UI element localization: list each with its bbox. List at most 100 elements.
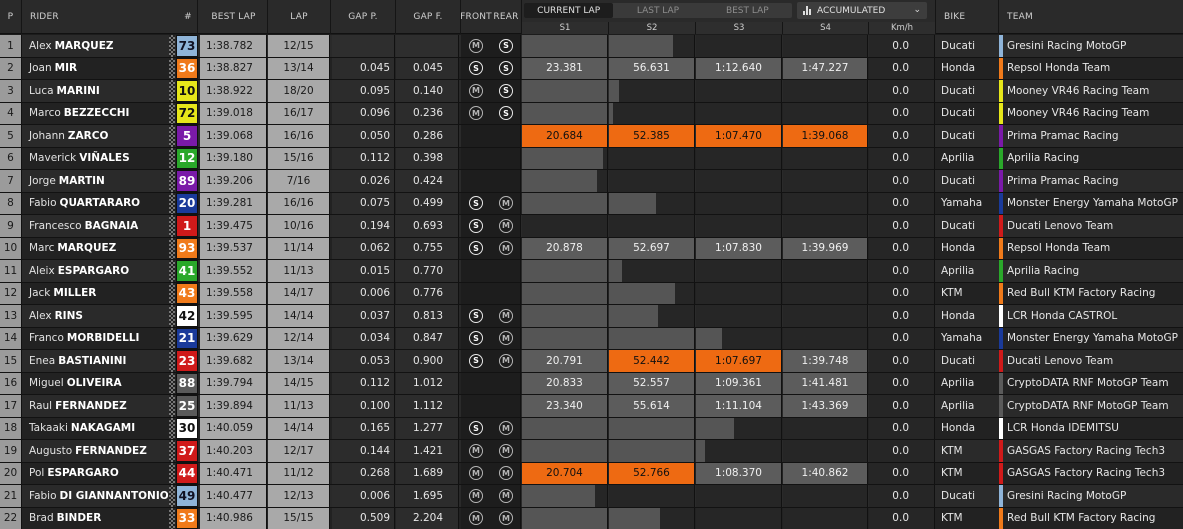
rider-name[interactable]: Johann ZARCO	[23, 125, 168, 147]
table-row[interactable]: 15 Enea BASTIANINI 23 1:39.682 13/14 0.053 0.90…	[0, 350, 1183, 373]
rider-name[interactable]: Aleix ESPARGARO	[23, 260, 168, 282]
rider-name[interactable]: Jack MILLER	[23, 283, 168, 305]
gap-first: 1.421	[396, 440, 459, 462]
rider-name[interactable]: Luca MARINI	[23, 80, 168, 102]
sector-3-time: 1:07.470	[696, 125, 782, 147]
sector-progress-fill	[522, 282, 607, 304]
table-row[interactable]: 18 Takaaki NAKAGAMI 30 1:40.059 14/14 0.165 1.2…	[0, 417, 1183, 440]
sector-2-progress	[609, 305, 695, 327]
rider-last-name: MARINI	[56, 84, 100, 97]
rider-name[interactable]: Augusto FERNANDEZ	[23, 440, 168, 462]
rider-name[interactable]: Maverick VIÑALES	[23, 148, 168, 170]
table-row[interactable]: 19 Augusto FERNANDEZ 37 1:40.203 12/17 0.144 1.…	[0, 440, 1183, 463]
soft-tyre-icon: S	[469, 241, 483, 256]
rider-name[interactable]: Fabio DI GIANNANTONIO	[23, 485, 168, 507]
rider-name[interactable]: Pol ESPARGARO	[23, 463, 168, 485]
table-row[interactable]: 20 Pol ESPARGARO 44 1:40.471 11/12 0.268 1.689 M…	[0, 462, 1183, 485]
speed-kmh: 0.0	[869, 192, 935, 214]
medium-tyre-icon: M	[499, 331, 513, 346]
rider-name[interactable]: Takaaki NAKAGAMI	[23, 418, 168, 440]
rider-number: 12	[176, 147, 198, 169]
flag-marker	[169, 260, 175, 282]
rider-name[interactable]: Brad BINDER	[23, 508, 168, 529]
team-label: Mooney VR46 Racing Team	[1007, 84, 1150, 97]
front-tyre-cell: S	[461, 418, 491, 440]
gap-first: 0.236	[396, 102, 459, 124]
rider-name[interactable]: Fabio QUARTARARO	[23, 193, 168, 215]
rider-number: 10	[176, 80, 198, 102]
bike-brand: KTM	[941, 512, 963, 525]
table-row[interactable]: 10 Marc MARQUEZ 93 1:39.537 11/14 0.062 0.755 S M…	[0, 237, 1183, 260]
bike-brand: Ducati	[941, 39, 975, 52]
flag-marker	[169, 125, 175, 147]
team-name: Aprilia Racing	[999, 147, 1183, 169]
sector-2-progress	[609, 485, 695, 507]
table-row[interactable]: 3 Luca MARINI 10 1:38.922 18/20 0.095 0.140 M S 0.…	[0, 80, 1183, 103]
table-row[interactable]: 2 Joan MIR 36 1:38.827 13/14 0.045 0.045 S S 23.38…	[0, 57, 1183, 80]
tab-current-lap[interactable]: CURRENT LAP	[524, 3, 614, 18]
front-tyre-cell: M	[461, 80, 491, 102]
tab-best-lap[interactable]: BEST LAP	[703, 3, 792, 18]
best-lap-time: 1:39.595	[200, 305, 267, 327]
table-row[interactable]: 1 Alex MARQUEZ 73 1:38.782 12/15 M S 0.0 Ducati Gr…	[0, 35, 1183, 58]
rider-name[interactable]: Raul FERNANDEZ	[23, 395, 168, 417]
rider-first-name: Aleix	[29, 264, 55, 277]
gap-previous: 0.062	[332, 237, 395, 259]
table-row[interactable]: 4 Marco BEZZECCHI 72 1:39.018 16/17 0.096 0.236…	[0, 102, 1183, 125]
table-row[interactable]: 6 Maverick VIÑALES 12 1:39.180 15/16 0.112 0.39…	[0, 147, 1183, 170]
table-row[interactable]: 12 Jack MILLER 43 1:39.558 14/17 0.006 0.776 0.0…	[0, 282, 1183, 305]
team-name: Red Bull KTM Factory Racing	[999, 507, 1183, 529]
lap-count: 16/16	[268, 192, 330, 214]
table-row[interactable]: 16 Miguel OLIVEIRA 88 1:39.794 14/15 0.112 1.01…	[0, 372, 1183, 395]
rider-name[interactable]: Enea BASTIANINI	[23, 350, 168, 372]
table-row[interactable]: 5 Johann ZARCO 5 1:39.068 16/16 0.050 0.286 20.6…	[0, 125, 1183, 148]
rider-name[interactable]: Alex MARQUEZ	[23, 35, 168, 57]
rider-name[interactable]: Franco MORBIDELLI	[23, 328, 168, 350]
sector-3-progress	[696, 485, 782, 507]
table-row[interactable]: 13 Alex RINS 42 1:39.595 14/14 0.037 0.813 S M 0.0…	[0, 305, 1183, 328]
team-name: Monster Energy Yamaha MotoGP	[999, 327, 1183, 349]
header-team: TEAM	[1007, 12, 1033, 22]
sector-progress-fill	[696, 417, 735, 439]
table-row[interactable]: 7 Jorge MARTIN 89 1:39.206 7/16 0.026 0.424 0.0 D…	[0, 170, 1183, 193]
medium-tyre-icon: M	[469, 38, 483, 53]
table-row[interactable]: 17 Raul FERNANDEZ 25 1:39.894 11/13 0.100 1.112…	[0, 395, 1183, 418]
gap-first: 0.813	[396, 305, 459, 327]
rider-name[interactable]: Francesco BAGNAIA	[23, 215, 168, 237]
gap-previous: 0.045	[332, 57, 395, 79]
table-row[interactable]: 8 Fabio QUARTARARO 20 1:39.281 16/16 0.075 0.49…	[0, 192, 1183, 215]
header-front-tyre: FRONT	[460, 12, 492, 22]
rider-name[interactable]: Joan MIR	[23, 58, 168, 80]
sector-1-time: 20.684	[522, 125, 608, 147]
front-tyre-cell: M	[461, 463, 491, 485]
rider-name[interactable]: Jorge MARTIN	[23, 170, 168, 192]
table-row[interactable]: 21 Fabio DI GIANNANTONIO 49 1:40.477 12/13 0.0…	[0, 485, 1183, 508]
rider-name[interactable]: Miguel OLIVEIRA	[23, 373, 168, 395]
rider-name[interactable]: Alex RINS	[23, 305, 168, 327]
rear-tyre-cell: M	[491, 215, 521, 237]
speed-kmh: 0.0	[869, 260, 935, 282]
tab-last-lap[interactable]: LAST LAP	[613, 3, 702, 18]
sector-4-progress	[783, 80, 868, 102]
team-name: LCR Honda IDEMITSU	[999, 417, 1183, 439]
team-name: Ducati Lenovo Team	[999, 215, 1183, 237]
sector-2-progress	[609, 147, 695, 169]
table-row[interactable]: 11 Aleix ESPARGARO 41 1:39.552 11/13 0.015 0.77…	[0, 260, 1183, 283]
table-row[interactable]: 22 Brad BINDER 33 1:40.986 15/15 0.509 2.204 M M 0…	[0, 507, 1183, 529]
sector-3-time: 1:08.370	[696, 462, 782, 484]
rider-name[interactable]: Marc MARQUEZ	[23, 238, 168, 260]
sector-3-time: 1:07.830	[696, 237, 782, 259]
table-row[interactable]: 9 Francesco BAGNAIA 1 1:39.475 10/16 0.194 0.69…	[0, 215, 1183, 238]
view-mode-select[interactable]: ACCUMULATED ⌄	[797, 2, 927, 19]
sector-progress-fill	[609, 507, 660, 529]
team-label: LCR Honda CASTROL	[1007, 309, 1118, 322]
rider-last-name: FERNANDEZ	[55, 399, 127, 412]
bike-brand: Ducati	[941, 129, 975, 142]
rider-last-name: ESPARGARO	[57, 264, 130, 277]
flag-marker	[169, 215, 175, 237]
team-color-stripe	[999, 507, 1003, 529]
table-row[interactable]: 14 Franco MORBIDELLI 21 1:39.629 12/14 0.034 0.…	[0, 327, 1183, 350]
rider-name[interactable]: Marco BEZZECCHI	[23, 103, 168, 125]
best-lap-time: 1:38.782	[200, 35, 267, 57]
rear-tyre-cell: M	[491, 485, 521, 507]
